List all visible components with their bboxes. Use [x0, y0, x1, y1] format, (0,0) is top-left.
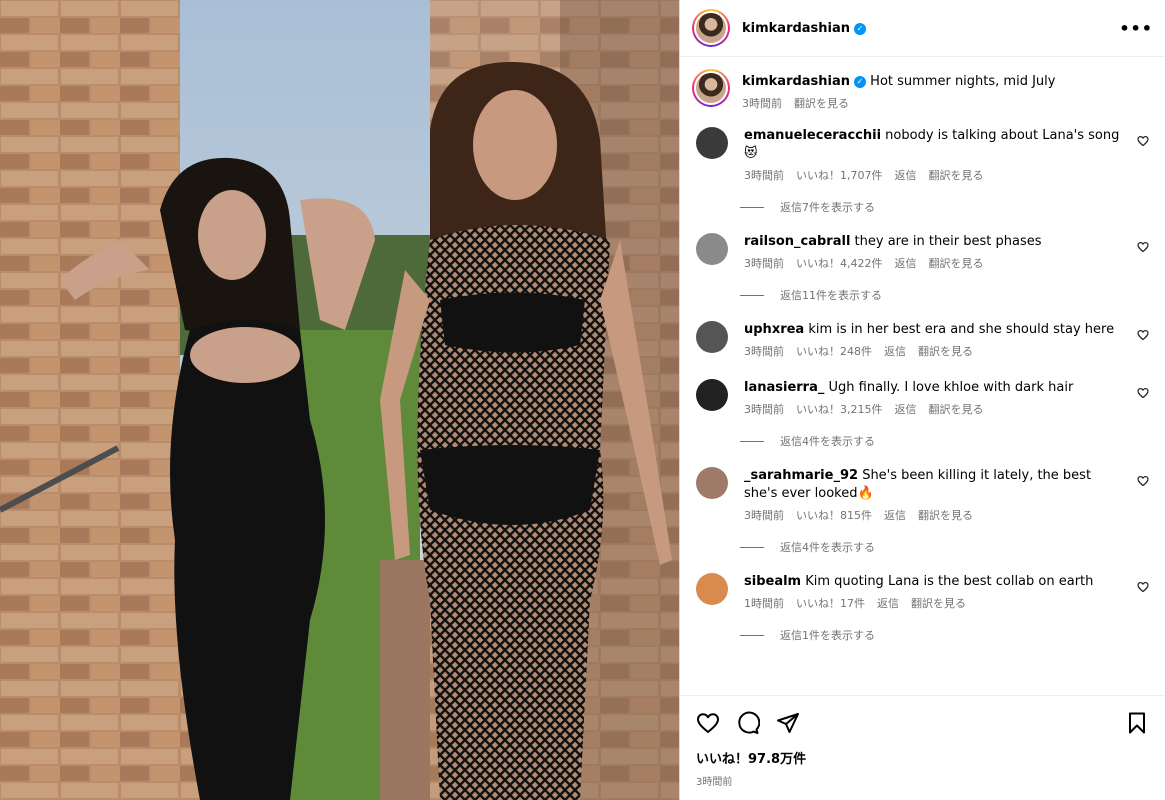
- comment-reply-button[interactable]: 返信: [877, 595, 899, 611]
- view-replies-button[interactable]: 返信4件を表示する: [740, 433, 1149, 449]
- replies-divider: [740, 294, 764, 296]
- verified-badge-icon: ✓: [854, 76, 867, 88]
- view-replies-label[interactable]: 返信7件を表示する: [780, 199, 875, 215]
- comment-item: _sarahmarie_92 She's been killing it lat…: [692, 467, 1149, 523]
- comment-item: lanasierra_ Ugh finally. I love khloe wi…: [692, 379, 1149, 417]
- view-replies-button[interactable]: 返信11件を表示する: [740, 287, 1149, 303]
- comment-emoji: 😻: [744, 146, 758, 161]
- view-replies-label[interactable]: 返信4件を表示する: [780, 433, 875, 449]
- commenter-username[interactable]: lanasierra_: [744, 380, 824, 395]
- commenter-username[interactable]: railson_cabrall: [744, 234, 850, 249]
- comment-reply-button[interactable]: 返信: [895, 401, 917, 417]
- author-username[interactable]: kimkardashian ✓: [742, 21, 867, 36]
- commenter-avatar[interactable]: [696, 321, 728, 353]
- view-replies-label[interactable]: 返信4件を表示する: [780, 539, 875, 555]
- post-actions: いいね！97.8万件 3時間前: [680, 695, 1165, 800]
- caption-text: Hot summer nights, mid July: [870, 74, 1056, 89]
- commenter-username[interactable]: emanueleceracchii: [744, 128, 881, 143]
- post-dialog: kimkardashian ✓ ••• kimkardashian ✓ Hot su…: [0, 0, 1165, 800]
- comment-like-heart-icon[interactable]: [1137, 135, 1149, 147]
- comment-likes[interactable]: いいね！1,707件: [796, 167, 883, 183]
- comment-text: kim is in her best era and she should st…: [808, 322, 1115, 337]
- caption-translate-link[interactable]: 翻訳を見る: [794, 95, 849, 111]
- comment-text: nobody is talking about Lana's song: [885, 128, 1120, 143]
- caption-avatar[interactable]: [692, 69, 730, 107]
- more-options-icon[interactable]: •••: [1119, 19, 1153, 38]
- comment-likes[interactable]: いいね！3,215件: [796, 401, 883, 417]
- save-bookmark-icon[interactable]: [1125, 711, 1149, 735]
- comment-item: railson_cabrall they are in their best p…: [692, 233, 1149, 271]
- replies-divider: [740, 546, 764, 548]
- commenter-avatar[interactable]: [696, 573, 728, 605]
- comment-time[interactable]: 3時間前: [744, 343, 784, 359]
- comment-translate-link[interactable]: 翻訳を見る: [929, 167, 984, 183]
- commenter-avatar[interactable]: [696, 467, 728, 499]
- comment-like-heart-icon[interactable]: [1137, 581, 1149, 593]
- comment-time[interactable]: 3時間前: [744, 401, 784, 417]
- comment-likes[interactable]: いいね！248件: [796, 343, 872, 359]
- comment-bubble-icon[interactable]: [736, 711, 760, 735]
- comment-likes[interactable]: いいね！4,422件: [796, 255, 883, 271]
- comment-time[interactable]: 3時間前: [744, 167, 784, 183]
- commenter-avatar[interactable]: [696, 127, 728, 159]
- view-replies-button[interactable]: 返信4件を表示する: [740, 539, 1149, 555]
- comment-translate-link[interactable]: 翻訳を見る: [929, 255, 984, 271]
- comment-item: uphxrea kim is in her best era and she s…: [692, 321, 1149, 359]
- post-side-panel: kimkardashian ✓ ••• kimkardashian ✓ Hot su…: [679, 0, 1165, 800]
- likes-count[interactable]: いいね！97.8万件: [696, 748, 1149, 767]
- post-caption: kimkardashian ✓ Hot summer nights, mid Ju…: [692, 69, 1149, 111]
- view-replies-button[interactable]: 返信1件を表示する: [740, 627, 1149, 643]
- comment-text: Kim quoting Lana is the best collab on e…: [805, 574, 1094, 589]
- author-avatar[interactable]: [692, 9, 730, 47]
- comment-reply-button[interactable]: 返信: [895, 255, 917, 271]
- comment-likes[interactable]: いいね！17件: [796, 595, 865, 611]
- comment-like-heart-icon[interactable]: [1137, 387, 1149, 399]
- commenter-avatar[interactable]: [696, 379, 728, 411]
- commenter-username[interactable]: uphxrea: [744, 322, 804, 337]
- comment-translate-link[interactable]: 翻訳を見る: [918, 507, 973, 523]
- photo-illustration: [0, 0, 679, 800]
- share-send-icon[interactable]: [776, 711, 800, 735]
- caption-username[interactable]: kimkardashian: [742, 74, 850, 89]
- comment-item: emanueleceracchii nobody is talking abou…: [692, 127, 1149, 183]
- comment-likes[interactable]: いいね！815件: [796, 507, 872, 523]
- replies-divider: [740, 634, 764, 636]
- view-replies-label[interactable]: 返信1件を表示する: [780, 627, 875, 643]
- view-replies-label[interactable]: 返信11件を表示する: [780, 287, 882, 303]
- comment-reply-button[interactable]: 返信: [895, 167, 917, 183]
- replies-divider: [740, 206, 764, 208]
- comment-like-heart-icon[interactable]: [1137, 475, 1149, 487]
- comment-time[interactable]: 3時間前: [744, 507, 784, 523]
- comment-translate-link[interactable]: 翻訳を見る: [929, 401, 984, 417]
- commenter-avatar[interactable]: [696, 233, 728, 265]
- comment-text: they are in their best phases: [854, 234, 1042, 249]
- comment-emoji: 🔥: [857, 486, 874, 501]
- post-timestamp[interactable]: 3時間前: [696, 773, 1149, 788]
- comment-item: sibealm Kim quoting Lana is the best col…: [692, 573, 1149, 611]
- view-replies-button[interactable]: 返信7件を表示する: [740, 199, 1149, 215]
- comment-reply-button[interactable]: 返信: [884, 507, 906, 523]
- comment-time[interactable]: 1時間前: [744, 595, 784, 611]
- comment-translate-link[interactable]: 翻訳を見る: [911, 595, 966, 611]
- comment-text: Ugh finally. I love khloe with dark hair: [828, 380, 1074, 395]
- comment-reply-button[interactable]: 返信: [884, 343, 906, 359]
- post-photo[interactable]: [0, 0, 679, 800]
- commenter-username[interactable]: sibealm: [744, 574, 801, 589]
- replies-divider: [740, 440, 764, 442]
- comment-like-heart-icon[interactable]: [1137, 241, 1149, 253]
- comments-list[interactable]: kimkardashian ✓ Hot summer nights, mid Ju…: [680, 57, 1165, 695]
- comment-like-heart-icon[interactable]: [1137, 329, 1149, 341]
- post-header: kimkardashian ✓ •••: [680, 0, 1165, 57]
- caption-time[interactable]: 3時間前: [742, 95, 782, 111]
- comment-time[interactable]: 3時間前: [744, 255, 784, 271]
- commenter-username[interactable]: _sarahmarie_92: [744, 468, 858, 483]
- verified-badge-icon: ✓: [854, 22, 867, 35]
- like-heart-icon[interactable]: [696, 711, 720, 735]
- comment-translate-link[interactable]: 翻訳を見る: [918, 343, 973, 359]
